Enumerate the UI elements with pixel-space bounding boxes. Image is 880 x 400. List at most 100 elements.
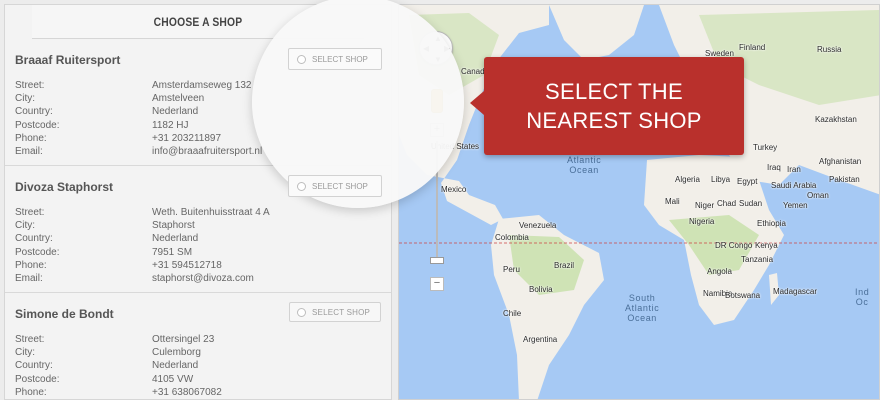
map-label-sudan: Sudan [739, 199, 763, 208]
city-value: Amstelveen [152, 93, 205, 105]
map-label-brazil: Brazil [554, 261, 575, 270]
email-value[interactable]: info@braaafruitersport.nl [152, 145, 262, 158]
map-label-afghanistan: Afghanistan [819, 157, 862, 166]
city-label: City: [15, 347, 35, 359]
email-label: Email: [15, 146, 43, 158]
map-label-mexico: Mexico [441, 185, 467, 194]
ocean-label-line: South [628, 293, 656, 303]
map-label-dr-congo: DR Congo [715, 241, 753, 250]
info-row-street: Street: Ottersingel 23 [15, 333, 381, 346]
info-row-postcode: Postcode: 4105 VW [15, 373, 381, 386]
postcode-label: Postcode: [15, 373, 60, 385]
map-label-madagascar: Madagascar [773, 287, 818, 296]
ocean-label-atlantic: Atlantic Ocean [567, 155, 601, 175]
info-row-street: Street: Weth. Buitenhuisstraat 4 A [15, 206, 381, 219]
ocean-label-line: Ocean [569, 165, 599, 175]
map-label-iraq: Iraq [767, 163, 781, 172]
email-label: Email: [15, 273, 43, 285]
select-shop-label: SELECT SHOP [312, 307, 371, 317]
map-label-argentina: Argentina [523, 335, 558, 344]
map-label-turkey: Turkey [753, 143, 778, 152]
map-label-peru: Peru [503, 265, 520, 274]
postcode-label: Postcode: [15, 246, 60, 258]
country-value: Nederland [152, 106, 199, 118]
map-label-bolivia: Bolivia [529, 285, 553, 294]
select-shop-label: SELECT SHOP [312, 181, 368, 191]
street-value: Weth. Buitenhuisstraat 4 A [152, 207, 270, 218]
app-root: CHOOSE A SHOP Braaaf Ruitersport SELECT … [0, 0, 880, 400]
phone-label: Phone: [15, 132, 47, 144]
postcode-label: Postcode: [15, 119, 60, 131]
phone-value: +31 638067082 [152, 386, 222, 398]
city-value: Culemborg [152, 347, 201, 359]
map-label-venezuela: Venezuela [519, 221, 557, 230]
select-shop-button[interactable]: SELECT SHOP [289, 302, 381, 322]
select-shop-label: SELECT SHOP [312, 54, 368, 64]
radio-icon [297, 181, 306, 191]
street-value: Amsterdamseweg 132 [152, 80, 252, 91]
zoom-out-button[interactable]: − [430, 277, 444, 291]
ocean-label-line: Ocean [627, 313, 657, 323]
street-label: Street: [15, 207, 45, 218]
map-label-saudi-arabia: Saudi Arabia [771, 181, 817, 190]
callout-line-1: SELECT THE [545, 79, 683, 104]
map-label-botswana: Botswana [725, 291, 761, 300]
select-nearest-shop-callout: SELECT THE NEAREST SHOP [470, 57, 744, 155]
phone-label: Phone: [15, 259, 47, 271]
postcode-value: 7951 SM [152, 246, 193, 258]
select-shop-button-magnified[interactable]: SELECT SHOP [288, 48, 382, 70]
map-label-egypt: Egypt [737, 177, 758, 186]
callout-text: SELECT THE NEAREST SHOP [526, 77, 702, 135]
info-row-email: Email: staphorst@divoza.com [15, 272, 381, 285]
ocean-label-south-atlantic: South Atlantic Ocean [625, 293, 659, 323]
info-row-phone: Phone: +31 594512718 [15, 259, 381, 272]
city-label: City: [15, 93, 35, 105]
phone-value: +31 203211897 [152, 132, 222, 144]
country-value: Nederland [152, 233, 199, 245]
info-row-phone: Phone: +31 638067082 [15, 386, 381, 399]
select-shop-button-magnified[interactable]: SELECT SHOP [288, 175, 382, 197]
ocean-label-line: Atlantic [625, 303, 660, 313]
country-label: Country: [15, 106, 53, 118]
info-row-postcode: Postcode: 7951 SM [15, 246, 381, 259]
country-label: Country: [15, 233, 53, 245]
map-label-mali: Mali [665, 197, 680, 206]
ocean-label-indian: Ind Oc [855, 287, 869, 307]
info-row-country: Country: Nederland [15, 359, 381, 372]
email-value[interactable]: staphorst@divoza.com [152, 272, 254, 285]
map-label-libya: Libya [711, 175, 731, 184]
country-label: Country: [15, 360, 53, 372]
city-label: City: [15, 220, 35, 232]
ocean-label-line: Oc [855, 297, 869, 307]
country-value: Nederland [152, 360, 199, 372]
map-label-niger: Niger [695, 201, 715, 210]
map-label-nigeria: Nigeria [689, 217, 715, 226]
map-label-colombia: Colombia [495, 233, 529, 242]
city-value: Staphorst [152, 220, 195, 232]
postcode-value: 1182 HJ [152, 119, 189, 131]
map-label-russia: Russia [817, 45, 842, 54]
map-label-angola: Angola [707, 267, 732, 276]
callout-line-2: NEAREST SHOP [526, 108, 702, 133]
map-label-tanzania: Tanzania [741, 255, 774, 264]
map-label-yemen: Yemen [783, 201, 808, 210]
postcode-value: 4105 VW [152, 373, 194, 385]
map-label-chad: Chad [717, 199, 737, 208]
street-label: Street: [15, 334, 45, 345]
map-label-oman: Oman [807, 191, 829, 200]
map-label-pakistan: Pakistan [829, 175, 860, 184]
map-label-iran: Iran [787, 165, 801, 174]
ocean-label-line: Ind [855, 287, 870, 297]
phone-label: Phone: [15, 386, 47, 398]
map-label-ethiopia: Ethiopia [757, 219, 786, 228]
info-row-city: City: Staphorst [15, 219, 381, 232]
street-label: Street: [15, 80, 45, 91]
map-label-kazakhstan: Kazakhstan [815, 115, 857, 124]
zoom-slider-handle[interactable] [430, 257, 444, 264]
street-value: Ottersingel 23 [152, 334, 215, 345]
map-label-chile: Chile [503, 309, 522, 318]
ocean-label-line: Atlantic [567, 155, 602, 165]
map-label-kenya: Kenya [755, 241, 778, 250]
shop-card: Simone de Bondt SELECT SHOP Street: Otter… [5, 293, 391, 399]
radio-icon [297, 307, 306, 317]
